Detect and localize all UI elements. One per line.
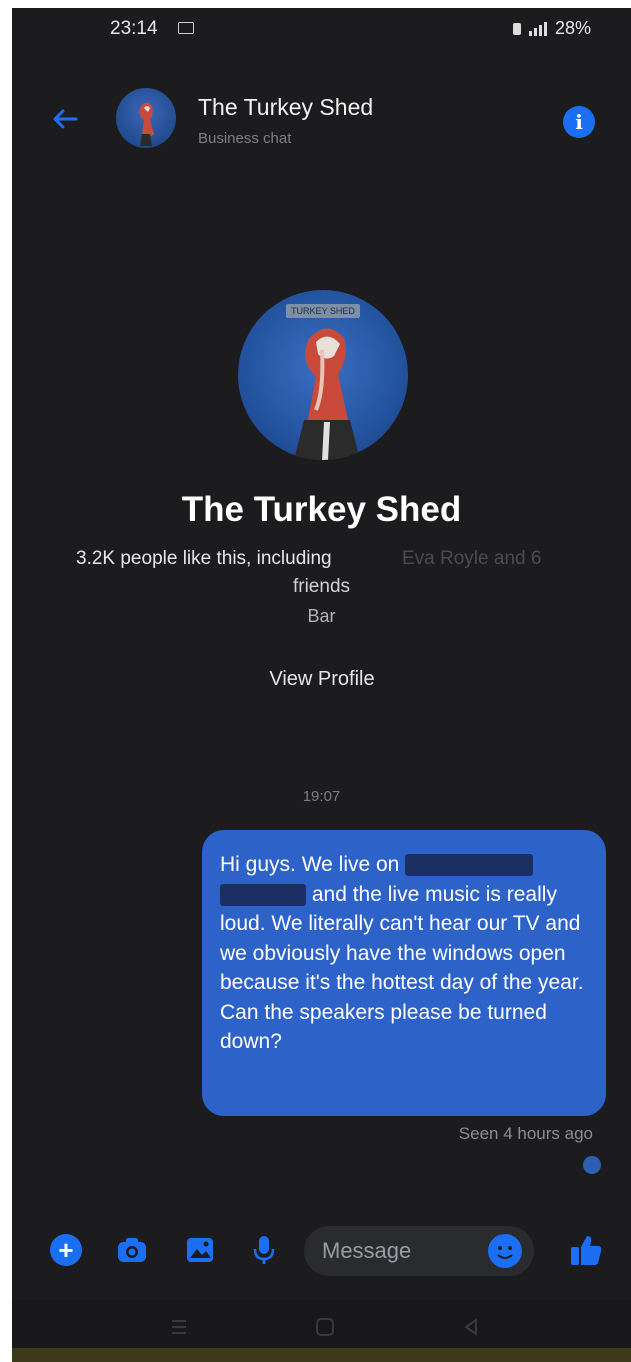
plus-icon[interactable]: + (50, 1234, 82, 1266)
view-profile-button[interactable]: View Profile (252, 668, 392, 691)
battery-saver-icon (512, 22, 521, 35)
redacted-address (220, 883, 306, 906)
camera-icon[interactable] (116, 1234, 148, 1266)
back-arrow-icon[interactable] (50, 104, 80, 134)
mail-notification-icon (178, 22, 194, 34)
status-bar: 23:14 28% (12, 8, 631, 44)
signal-icon (528, 21, 547, 36)
microphone-icon[interactable] (248, 1234, 280, 1266)
chat-header: The Turkey Shed Business chat i (12, 78, 631, 158)
message-composer: + (12, 1216, 631, 1286)
outgoing-message-bubble[interactable]: Hi guys. We live on and the live music i… (202, 830, 606, 1116)
message-text-part2: and the live music is really loud. We li… (220, 882, 584, 1054)
seen-status: Seen 4 hours ago (458, 1124, 593, 1143)
header-avatar[interactable] (116, 88, 176, 148)
likes-count-continued: friends (292, 576, 351, 597)
message-text: Hi guys. We live on and the live music i… (220, 850, 592, 1057)
status-time: 23:14 (110, 18, 158, 39)
message-timestamp: 19:07 (302, 788, 341, 805)
recent-apps-icon[interactable] (168, 1316, 190, 1338)
emoji-icon[interactable] (488, 1234, 522, 1268)
bottom-edge (12, 1348, 631, 1362)
profile-name: The Turkey Shed (181, 490, 462, 529)
thumbs-up-icon[interactable] (568, 1232, 604, 1268)
header-title: The Turkey Shed (198, 94, 374, 120)
page-category: Bar (307, 606, 336, 626)
redacted-address (405, 854, 534, 877)
home-icon[interactable] (314, 1316, 336, 1338)
likes-friends: Eva Royle and 6 (402, 548, 542, 569)
turkey-illustration-icon (139, 102, 154, 146)
message-text-part1: Hi guys. We live on (220, 853, 400, 876)
header-subtitle: Business chat (198, 130, 292, 147)
profile-avatar[interactable]: TURKEY SHED (238, 290, 408, 460)
battery-level: 28% (554, 18, 591, 38)
info-icon[interactable]: i (563, 106, 595, 138)
avatar-label: TURKEY SHED (286, 304, 360, 318)
seen-avatar (583, 1156, 601, 1174)
back-nav-icon[interactable] (460, 1316, 482, 1338)
gallery-icon[interactable] (184, 1234, 216, 1266)
status-indicators: 28% (512, 18, 591, 39)
likes-count: 3.2K people like this, including (76, 548, 332, 569)
phone-screen: 23:14 28% The Turkey Shed Business chat … (12, 8, 631, 1356)
